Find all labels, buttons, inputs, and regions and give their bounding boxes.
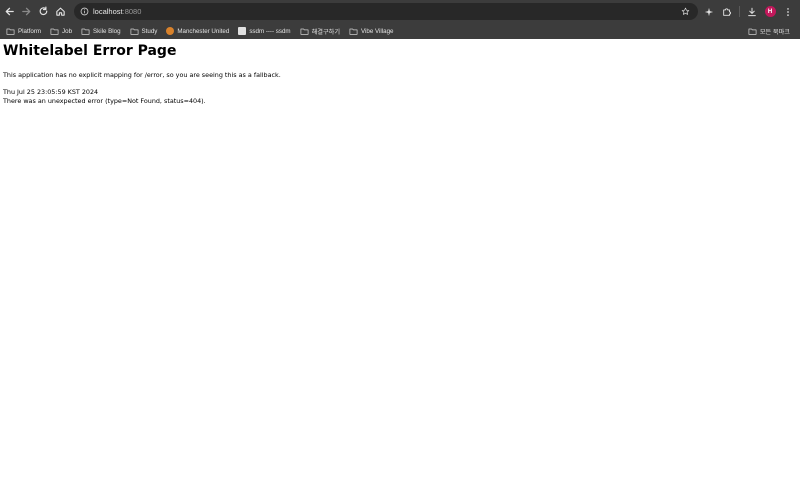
error-timestamp: Thu Jul 25 23:05:59 KST 2024 xyxy=(3,88,99,96)
bookmark-label: Study xyxy=(141,27,158,35)
arrow-right-icon xyxy=(22,7,31,16)
folder-icon xyxy=(748,27,757,36)
bookmark-star-icon[interactable] xyxy=(679,5,692,18)
all-bookmarks-label: 모든 북마크 xyxy=(759,28,790,36)
profile-button[interactable]: H xyxy=(761,3,779,20)
extensions-menu-button[interactable] xyxy=(718,3,736,20)
folder-icon xyxy=(130,27,139,36)
home-button[interactable] xyxy=(52,3,69,20)
error-message: There was an unexpected error (type=Not … xyxy=(3,97,206,105)
bookmark-label: Manchester United xyxy=(177,27,230,35)
ssdm-favicon-icon xyxy=(238,27,247,35)
reload-icon xyxy=(39,6,48,16)
bookmark-manchester-united[interactable]: Manchester United xyxy=(163,24,232,38)
bookmark-folder-study[interactable]: Study xyxy=(127,24,161,38)
folder-icon xyxy=(300,27,309,36)
folder-icon xyxy=(349,27,358,36)
url-port: :8080 xyxy=(122,7,142,16)
manchester-united-favicon-icon xyxy=(166,27,175,35)
folder-icon xyxy=(50,27,59,36)
home-icon xyxy=(56,7,65,16)
browser-toolbar: localhost:8080 H xyxy=(0,0,800,23)
download-icon xyxy=(748,7,756,16)
avatar: H xyxy=(764,6,776,17)
reload-button[interactable] xyxy=(35,3,52,20)
url-host: localhost xyxy=(93,7,123,16)
puzzle-icon xyxy=(723,7,732,16)
forward-button[interactable] xyxy=(18,3,35,20)
bookmark-label: Vibe Village xyxy=(361,27,394,35)
bookmark-folder-platform[interactable]: Platform xyxy=(3,24,44,38)
extension-button[interactable] xyxy=(700,3,718,20)
more-vert-icon xyxy=(787,7,789,16)
page-content: Whitelabel Error Page This application h… xyxy=(0,39,800,481)
bookmark-folder-korean[interactable]: 해결구하기 xyxy=(297,24,343,38)
back-button[interactable] xyxy=(1,3,18,20)
toolbar-divider xyxy=(739,6,740,17)
toolbar-actions: H xyxy=(700,0,800,23)
browser-menu-button[interactable] xyxy=(779,3,797,20)
extension-spark-icon xyxy=(704,7,714,16)
folder-icon xyxy=(6,27,15,36)
bookmark-label: Job xyxy=(62,27,73,35)
error-description: This application has no explicit mapping… xyxy=(3,71,281,79)
bookmark-label: Skile Blog xyxy=(93,27,121,35)
address-bar[interactable]: localhost:8080 xyxy=(74,3,698,20)
bookmark-label: 해결구하기 xyxy=(311,28,341,36)
bookmark-folder-job[interactable]: Job xyxy=(47,24,75,38)
bookmark-label: ssdm ---- ssdm xyxy=(249,27,291,35)
arrow-left-icon xyxy=(5,7,14,16)
page-title: Whitelabel Error Page xyxy=(3,43,177,59)
bookmark-folder-skile-blog[interactable]: Skile Blog xyxy=(78,24,124,38)
downloads-button[interactable] xyxy=(743,3,761,20)
all-bookmarks-button[interactable]: 모든 북마크 xyxy=(745,24,793,38)
bookmark-folder-vibe-village[interactable]: Vibe Village xyxy=(346,24,396,38)
folder-icon xyxy=(81,27,90,36)
bookmarks-bar: Platform Job Skile Blog Study Manchester… xyxy=(0,23,800,39)
url-text[interactable]: localhost:8080 xyxy=(93,7,141,16)
bookmark-label: Platform xyxy=(18,27,42,35)
site-info-icon[interactable] xyxy=(77,5,91,19)
bookmark-ssdm[interactable]: ssdm ---- ssdm xyxy=(235,24,293,38)
